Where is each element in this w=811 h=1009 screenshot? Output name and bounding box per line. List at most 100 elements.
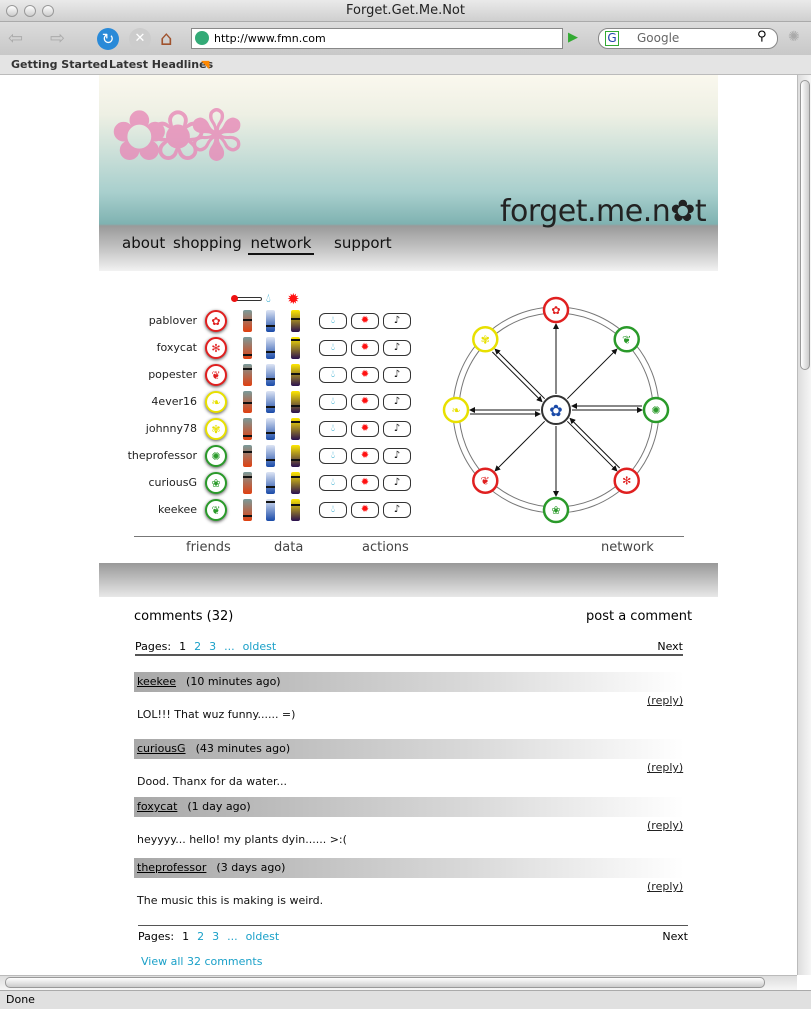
music-button[interactable]: ♪ (383, 394, 411, 410)
label-data: data (274, 540, 304, 555)
stop-icon[interactable]: ✕ (129, 28, 151, 50)
friend-flower-icon[interactable]: ✿ (205, 310, 227, 332)
comment-text: Dood. Thanx for da water... (137, 775, 287, 788)
music-button[interactable]: ♪ (383, 448, 411, 464)
music-button[interactable]: ♪ (383, 313, 411, 329)
water-button[interactable]: 💧︎ (319, 421, 347, 437)
reply-link[interactable]: (reply) (647, 819, 683, 832)
water-button[interactable]: 💧︎ (319, 367, 347, 383)
search-input[interactable]: Google (598, 28, 778, 49)
pages-label: Pages: (138, 930, 175, 943)
page-link[interactable]: oldest (243, 640, 277, 653)
water-level-bar (266, 364, 275, 386)
music-button[interactable]: ♪ (383, 340, 411, 356)
sun-button[interactable]: ✹ (351, 421, 379, 437)
water-button[interactable]: 💧︎ (319, 394, 347, 410)
music-button[interactable]: ♪ (383, 502, 411, 518)
friend-flower-icon[interactable]: ❀ (205, 472, 227, 494)
water-button[interactable]: 💧︎ (319, 502, 347, 518)
minimize-window-button[interactable] (24, 5, 36, 17)
music-icon: ♪ (393, 423, 401, 434)
page-link[interactable]: 2 (197, 930, 204, 943)
horizontal-scrollbar[interactable] (0, 975, 797, 990)
water-button[interactable]: 💧︎ (319, 448, 347, 464)
sun-button[interactable]: ✹ (351, 502, 379, 518)
page-link[interactable]: 3 (209, 640, 216, 653)
friend-name[interactable]: foxycat (77, 341, 197, 354)
sun-button[interactable]: ✹ (351, 340, 379, 356)
page-link[interactable]: 1 (179, 640, 186, 653)
friend-flower-icon[interactable]: ❦ (205, 499, 227, 521)
sun-button[interactable]: ✹ (351, 367, 379, 383)
page-link[interactable]: 2 (194, 640, 201, 653)
go-icon[interactable]: ▶ (568, 30, 578, 45)
network-arrow (494, 420, 546, 472)
google-icon[interactable]: G (605, 31, 619, 46)
reply-link[interactable]: (reply) (647, 694, 683, 707)
back-icon[interactable]: ⇦ (8, 28, 23, 49)
water-icon: 💧︎ (331, 450, 335, 461)
water-button[interactable]: 💧︎ (319, 340, 347, 356)
home-icon[interactable]: ⌂ (160, 26, 173, 50)
friend-name[interactable]: theprofessor (77, 449, 197, 462)
temp-level-bar (243, 310, 252, 332)
friend-name[interactable]: johnny78 (77, 422, 197, 435)
nav-support[interactable]: support (334, 234, 392, 252)
sun-button[interactable]: ✹ (351, 475, 379, 491)
nav-shopping[interactable]: shopping (173, 234, 242, 252)
bookmark-latest-headlines[interactable]: Latest Headlines (109, 55, 213, 75)
center-flower-icon: ✿ (549, 401, 562, 420)
water-button[interactable]: 💧︎ (319, 313, 347, 329)
friend-flower-icon[interactable]: ❦ (205, 364, 227, 386)
friend-name[interactable]: keekee (77, 503, 197, 516)
friend-flower-icon[interactable]: ✺ (205, 445, 227, 467)
page-link[interactable]: 1 (182, 930, 189, 943)
page-link[interactable]: oldest (246, 930, 280, 943)
music-button[interactable]: ♪ (383, 421, 411, 437)
vertical-scrollbar[interactable] (797, 75, 811, 975)
friend-flower-icon[interactable]: ✾ (205, 418, 227, 440)
reply-link[interactable]: (reply) (647, 880, 683, 893)
sun-level-marker (291, 373, 300, 375)
music-button[interactable]: ♪ (383, 367, 411, 383)
sun-button[interactable]: ✹ (351, 394, 379, 410)
friend-name[interactable]: curiousG (77, 476, 197, 489)
nav-about[interactable]: about (122, 234, 165, 252)
music-button[interactable]: ♪ (383, 475, 411, 491)
flowers-illustration: ✿❀✾ (110, 95, 246, 177)
comment-author-link[interactable]: keekee (137, 675, 176, 688)
comment-author-link[interactable]: theprofessor (137, 861, 206, 874)
next-page-link[interactable]: Next (662, 930, 688, 943)
window-title: Forget.Get.Me.Not (346, 3, 465, 18)
friend-flower-icon[interactable]: ❧ (205, 391, 227, 413)
page-link[interactable]: ... (227, 930, 238, 943)
spinner-icon: ✺ (788, 29, 800, 45)
url-input[interactable]: http://www.fmn.com (191, 28, 563, 49)
network-node-flower-icon: ❀ (551, 504, 560, 517)
page-link[interactable]: 3 (212, 930, 219, 943)
water-level-marker (266, 432, 275, 434)
next-page-link[interactable]: Next (657, 640, 683, 653)
close-window-button[interactable] (6, 5, 18, 17)
sun-button[interactable]: ✹ (351, 313, 379, 329)
comment-author-link[interactable]: curiousG (137, 742, 186, 755)
nav-network[interactable]: network (248, 234, 314, 255)
magnifier-icon[interactable]: ⚲ (757, 29, 767, 44)
bookmark-getting-started[interactable]: Getting Started (11, 55, 108, 75)
view-all-comments-link[interactable]: View all 32 comments (141, 955, 262, 968)
friend-name[interactable]: 4ever16 (77, 395, 197, 408)
water-button[interactable]: 💧︎ (319, 475, 347, 491)
zoom-window-button[interactable] (42, 5, 54, 17)
reply-link[interactable]: (reply) (647, 761, 683, 774)
friend-name[interactable]: pablover (77, 314, 197, 327)
post-comment-link[interactable]: post a comment (586, 609, 692, 624)
friend-name[interactable]: popester (77, 368, 197, 381)
friend-flower-icon[interactable]: ✻ (205, 337, 227, 359)
reload-icon[interactable]: ↻ (97, 28, 119, 50)
page-link[interactable]: ... (224, 640, 235, 653)
water-icon: 💧︎ (331, 396, 335, 407)
forward-icon[interactable]: ⇨ (50, 28, 65, 49)
water-level-bar (266, 310, 275, 332)
sun-button[interactable]: ✹ (351, 448, 379, 464)
comment-author-link[interactable]: foxycat (137, 800, 177, 813)
